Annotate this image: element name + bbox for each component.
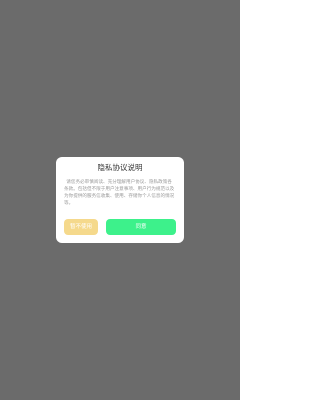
app-screen: 隐私协议说明 请您务必审慎阅读、充分理解用户协议、隐私政策各条款。包括但不限于用… xyxy=(0,0,240,400)
privacy-dialog: 隐私协议说明 请您务必审慎阅读、充分理解用户协议、隐私政策各条款。包括但不限于用… xyxy=(56,157,184,243)
agree-button[interactable]: 同意 xyxy=(106,219,176,235)
dialog-title: 隐私协议说明 xyxy=(97,163,143,172)
disagree-button[interactable]: 暂不使用 xyxy=(64,219,98,235)
dialog-button-row: 暂不使用 同意 xyxy=(64,219,176,235)
dialog-body-text: 请您务必审慎阅读、充分理解用户协议、隐私政策各条款。包括但不限于用户注意事项、用… xyxy=(64,180,175,206)
